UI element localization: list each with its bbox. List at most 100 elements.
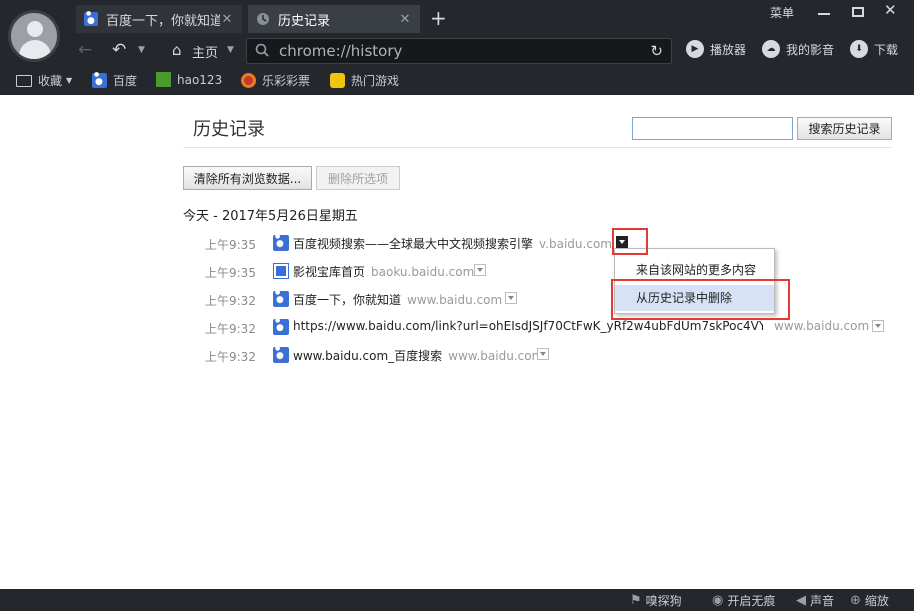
bookmark-games[interactable]: 热门游戏 — [330, 72, 399, 89]
bookmark-label: 热门游戏 — [351, 74, 400, 88]
lottery-icon — [241, 73, 256, 88]
hao123-icon — [156, 72, 171, 87]
player-button[interactable]: ▶ 播放器 — [686, 40, 746, 58]
divider — [183, 147, 892, 148]
entry-time: 上午9:35 — [205, 266, 256, 280]
zoom-icon: ⊕ — [850, 593, 861, 608]
video-icon — [273, 263, 289, 279]
entry-link[interactable]: 百度视频搜索——全球最大中文视频搜索引擎 v.baidu.com — [293, 235, 612, 252]
status-bar: ⚑ 嗅探狗 ◉ 开启无痕 ◀ 声音 ⊕ 缩放 — [0, 589, 914, 611]
sniffer-button[interactable]: ⚑ 嗅探狗 — [630, 592, 682, 609]
search-history-button[interactable]: 搜索历史记录 — [797, 117, 892, 140]
remove-selected-button: 删除所选项 — [316, 166, 400, 190]
my-media-label: 我的影音 — [786, 42, 835, 57]
game-icon — [330, 73, 345, 88]
bookmark-baidu[interactable]: 百度 — [92, 71, 138, 89]
page-title: 历史记录 — [193, 119, 265, 140]
tab-history[interactable]: 历史记录 ✕ — [248, 5, 420, 33]
day-header: 今天 - 2017年5月26日星期五 — [183, 209, 358, 224]
my-media-button[interactable]: ☁ 我的影音 — [762, 40, 834, 58]
sniffer-dog-icon: ⚑ — [630, 593, 642, 608]
speaker-icon: ◀ — [796, 593, 806, 608]
entry-menu-dropdown[interactable] — [872, 320, 884, 332]
bookmark-hao123[interactable]: hao123 — [156, 72, 222, 87]
user-avatar[interactable] — [8, 10, 60, 62]
close-window-button[interactable]: ✕ — [884, 1, 897, 19]
entry-link[interactable]: 影视宝库首页 baoku.baidu.com — [293, 263, 474, 280]
bookmark-lottery[interactable]: 乐彩彩票 — [241, 72, 310, 89]
entry-time: 上午9:32 — [205, 350, 256, 364]
search-icon — [255, 43, 269, 61]
entry-time: 上午9:32 — [205, 322, 256, 336]
home-icon[interactable]: ⌂ — [172, 37, 182, 63]
history-entry[interactable]: 上午9:32 www.baidu.com_百度搜索 www.baidu.com — [183, 345, 893, 365]
tab-close-icon[interactable]: ✕ — [220, 12, 234, 27]
entry-menu-dropdown[interactable] — [616, 236, 628, 248]
incognito-button[interactable]: ◉ 开启无痕 — [712, 592, 775, 609]
entry-title: https://www.baidu.com/link?url=ohEIsdJSJ… — [293, 319, 763, 333]
entry-time: 上午9:32 — [205, 294, 256, 308]
avatar-body-shape — [19, 40, 51, 59]
incognito-label: 开启无痕 — [727, 594, 776, 608]
chevron-down-icon[interactable]: ▼ — [227, 37, 234, 63]
entry-menu-dropdown[interactable] — [474, 264, 486, 276]
download-label: 下载 — [874, 42, 899, 57]
zoom-button[interactable]: ⊕ 缩放 — [850, 592, 889, 609]
navigation-bar: ← ↶ ▼ ⌂ 主页 ▼ ↻ ▶ 播放器 ☁ 我的影音 ⬇ 下载 — [66, 37, 914, 64]
download-button[interactable]: ⬇ 下载 — [850, 40, 898, 58]
entry-time: 上午9:35 — [205, 238, 256, 252]
history-entry[interactable]: 上午9:32 百度一下，你就知道 www.baidu.com — [183, 289, 893, 309]
baidu-paw-icon — [273, 289, 289, 307]
bookmark-label: hao123 — [177, 72, 223, 87]
maximize-button[interactable] — [852, 7, 864, 17]
entry-menu-dropdown[interactable] — [537, 348, 549, 360]
address-bar[interactable]: ↻ — [246, 38, 672, 64]
home-label[interactable]: 主页 — [192, 42, 218, 61]
clear-browsing-data-button[interactable]: 清除所有浏览数据... — [183, 166, 312, 190]
entry-domain: baoku.baidu.com — [371, 265, 475, 279]
back-arrow-icon[interactable]: ← — [78, 37, 92, 63]
eye-icon: ◉ — [712, 593, 724, 608]
tab-baidu[interactable]: 百度一下，你就知道 ✕ — [76, 5, 242, 33]
entry-domain: v.baidu.com — [539, 237, 612, 251]
undo-icon[interactable]: ↶ — [112, 37, 126, 63]
baidu-paw-icon — [92, 71, 107, 88]
zoom-label: 缩放 — [864, 594, 889, 608]
history-entry[interactable]: 上午9:35 影视宝库首页 baoku.baidu.com — [183, 261, 893, 281]
baidu-paw-icon — [273, 345, 289, 363]
bookmark-favorites[interactable]: 收藏 ▼ — [16, 72, 72, 89]
history-entry[interactable]: 上午9:32 https://www.baidu.com/link?url=oh… — [183, 317, 893, 337]
tab-title: 历史记录 — [278, 13, 331, 29]
menu-item-more-from-site[interactable]: 来自该网站的更多内容 — [615, 257, 774, 283]
tab-close-icon[interactable]: ✕ — [398, 12, 412, 27]
history-entry[interactable]: 上午9:35 百度视频搜索——全球最大中文视频搜索引擎 v.baidu.com — [183, 233, 893, 253]
history-search-input[interactable] — [632, 117, 793, 140]
entry-domain: www.baidu.com — [407, 293, 503, 307]
player-label: 播放器 — [710, 42, 747, 57]
cloud-icon: ☁ — [762, 40, 780, 58]
entry-menu-dropdown[interactable] — [505, 292, 517, 304]
menu-item-remove-from-history[interactable]: 从历史记录中删除 — [615, 285, 774, 311]
entry-title: 影视宝库首页 — [293, 265, 366, 279]
download-icon: ⬇ — [850, 40, 868, 58]
entry-link[interactable]: www.baidu.com_百度搜索 www.baidu.com — [293, 347, 543, 364]
chevron-down-icon: ▼ — [66, 76, 73, 85]
chevron-down-icon[interactable]: ▼ — [138, 37, 145, 63]
menu-button[interactable]: 菜单 — [770, 4, 794, 21]
new-tab-button[interactable]: + — [430, 6, 447, 30]
entry-domain: www.baidu.com — [448, 349, 544, 363]
entry-title: www.baidu.com_百度搜索 — [293, 349, 443, 363]
favorites-book-icon — [16, 74, 32, 87]
entry-link[interactable]: https://www.baidu.com/link?url=ohEIsdJSJ… — [293, 319, 763, 333]
bookmarks-bar: 收藏 ▼ 百度 hao123 乐彩彩票 热门游戏 — [0, 68, 914, 94]
sound-button[interactable]: ◀ 声音 — [796, 592, 834, 609]
avatar-head-shape — [27, 21, 43, 37]
entry-link[interactable]: 百度一下，你就知道 www.baidu.com — [293, 291, 502, 308]
bookmark-label: 乐彩彩票 — [262, 74, 311, 88]
entry-title: 百度一下，你就知道 — [293, 293, 402, 307]
reload-icon[interactable]: ↻ — [650, 42, 663, 60]
bookmark-label: 百度 — [113, 74, 138, 88]
context-menu: 来自该网站的更多内容 从历史记录中删除 — [614, 248, 775, 314]
address-input[interactable] — [279, 41, 639, 61]
entry-title: 百度视频搜索——全球最大中文视频搜索引擎 — [293, 237, 534, 251]
